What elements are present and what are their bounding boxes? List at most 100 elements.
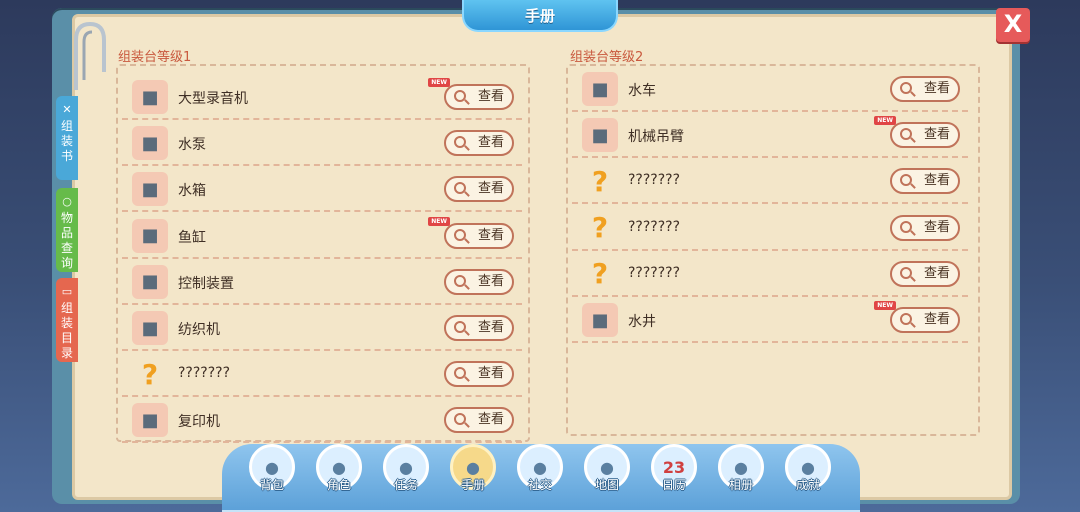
view-button[interactable]: 查看 <box>444 176 514 203</box>
row-divider <box>122 256 522 259</box>
list-item: ■ 水箱 查看 <box>122 168 522 213</box>
view-button-label: 查看 <box>477 366 504 382</box>
list-item: ???????? 查看 <box>572 160 968 205</box>
item-name: ??????? <box>178 365 231 382</box>
view-button-label: 查看 <box>477 89 504 104</box>
row-divider <box>572 294 968 297</box>
question-icon: ? <box>141 357 159 391</box>
question-icon: ? <box>591 211 609 245</box>
side-tab-item-search[interactable]: ○ 物品查询 <box>56 188 78 272</box>
view-button[interactable]: 查看 <box>444 222 514 249</box>
crane-icon: ■ <box>582 118 618 153</box>
row-divider <box>572 110 968 112</box>
list-item: ???????? 查看 <box>572 253 968 297</box>
view-button[interactable]: 查看 <box>444 130 514 157</box>
item-name: 机械吊臂 <box>628 129 684 146</box>
well-icon: ■ <box>582 303 618 337</box>
view-button-label: 查看 <box>477 227 504 243</box>
magnifier-icon <box>454 367 466 380</box>
view-button-label: 查看 <box>477 135 504 151</box>
view-button[interactable]: 查看 <box>444 315 514 341</box>
page-title: 手册 <box>462 0 618 32</box>
magnifier-icon <box>454 274 466 287</box>
view-button[interactable]: 查看 <box>890 260 960 287</box>
dock-label: 日历 <box>661 478 686 492</box>
side-tab-label: 组装书 <box>60 119 73 163</box>
view-button-label: 查看 <box>477 181 504 197</box>
panel-title-level-1: 组装台等级1 <box>118 50 192 65</box>
view-button-label: 查看 <box>923 81 950 96</box>
list-item: ■ 复印机 查看 <box>122 399 522 444</box>
magnifier-icon <box>900 174 912 187</box>
row-divider <box>572 156 968 159</box>
magnifier-icon <box>900 266 912 279</box>
item-name: 控制装置 <box>178 275 234 292</box>
view-button-label: 查看 <box>923 312 950 327</box>
magnifier-icon <box>900 82 912 94</box>
dock-label: 角色 <box>326 478 351 492</box>
list-item: ■ 水车 查看 <box>572 68 968 112</box>
list-item: ■ 机械吊臂 查看 NEW <box>572 114 968 159</box>
list-item: ■ 鱼缸 查看 NEW <box>122 215 522 259</box>
magnifier-icon <box>454 321 466 333</box>
magnifier-icon <box>900 313 912 325</box>
character-icon: ● <box>332 457 346 477</box>
item-name: 复印机 <box>178 414 220 431</box>
dock-label: 成就 <box>795 478 820 492</box>
new-badge: NEW <box>874 116 896 126</box>
view-button[interactable]: 查看 <box>890 214 960 241</box>
list-item: ■ 纺织机 查看 <box>122 307 522 351</box>
dock-label: 任务 <box>393 478 418 492</box>
view-button-label: 查看 <box>923 219 950 235</box>
waterwheel-icon: ■ <box>582 72 618 106</box>
pump-icon: ■ <box>132 126 168 161</box>
dock-label: 相册 <box>728 478 753 492</box>
magnifier-icon <box>454 136 466 149</box>
view-button[interactable]: 查看 <box>890 168 960 195</box>
view-button[interactable]: 查看 <box>890 76 960 102</box>
magnifier-icon <box>454 182 466 195</box>
row-divider <box>122 210 522 213</box>
wrench-icon: ✕ <box>62 103 72 116</box>
map-icon: ● <box>600 457 614 477</box>
question-icon: ? <box>591 257 609 291</box>
view-button-label: 查看 <box>477 320 504 335</box>
view-button[interactable]: 查看 <box>890 307 960 333</box>
calendar-icon: 23 <box>662 457 686 477</box>
side-tab-label: 组装目录 <box>60 301 73 360</box>
list-item: ■ 控制装置 查看 <box>122 261 522 305</box>
row-divider <box>572 202 968 205</box>
view-button[interactable]: 查看 <box>444 84 514 110</box>
side-tab-assembly-catalog[interactable]: ▭ 组装目录 <box>56 278 78 362</box>
view-button-label: 查看 <box>923 173 950 189</box>
row-divider <box>572 341 968 343</box>
view-button[interactable]: 查看 <box>444 407 514 434</box>
view-button-label: 查看 <box>923 265 950 281</box>
trophy-icon: ● <box>801 457 815 477</box>
new-badge: NEW <box>428 216 450 226</box>
question-icon: ? <box>591 164 609 198</box>
tank-icon: ■ <box>132 172 168 207</box>
list-item: ■ 大型录音机 查看 NEW <box>122 76 522 120</box>
dock-label: 背包 <box>259 478 284 492</box>
item-name: ??????? <box>628 218 681 235</box>
view-button[interactable]: 查看 <box>444 361 514 388</box>
control-icon: ■ <box>132 264 168 299</box>
close-button[interactable]: X <box>996 8 1030 42</box>
side-tab-label: 物品查询 <box>60 211 73 270</box>
magnifier-icon <box>454 90 466 102</box>
row-divider <box>122 395 522 398</box>
item-name: 大型录音机 <box>178 91 248 107</box>
view-button[interactable]: 查看 <box>890 122 960 149</box>
new-badge: NEW <box>874 301 896 310</box>
copier-icon: ■ <box>132 403 168 438</box>
view-button[interactable]: 查看 <box>444 268 514 295</box>
item-name: 水泵 <box>178 137 206 154</box>
side-tab-assembly-book[interactable]: ✕ 组装书 <box>56 96 78 180</box>
item-name: 纺织机 <box>178 322 220 338</box>
magnifier-icon <box>900 128 912 141</box>
list-item: ???????? 查看 <box>122 353 522 398</box>
row-divider <box>122 164 522 167</box>
dock-label: 地图 <box>594 478 619 492</box>
list-item: ■ 水井 查看 NEW <box>572 299 968 343</box>
